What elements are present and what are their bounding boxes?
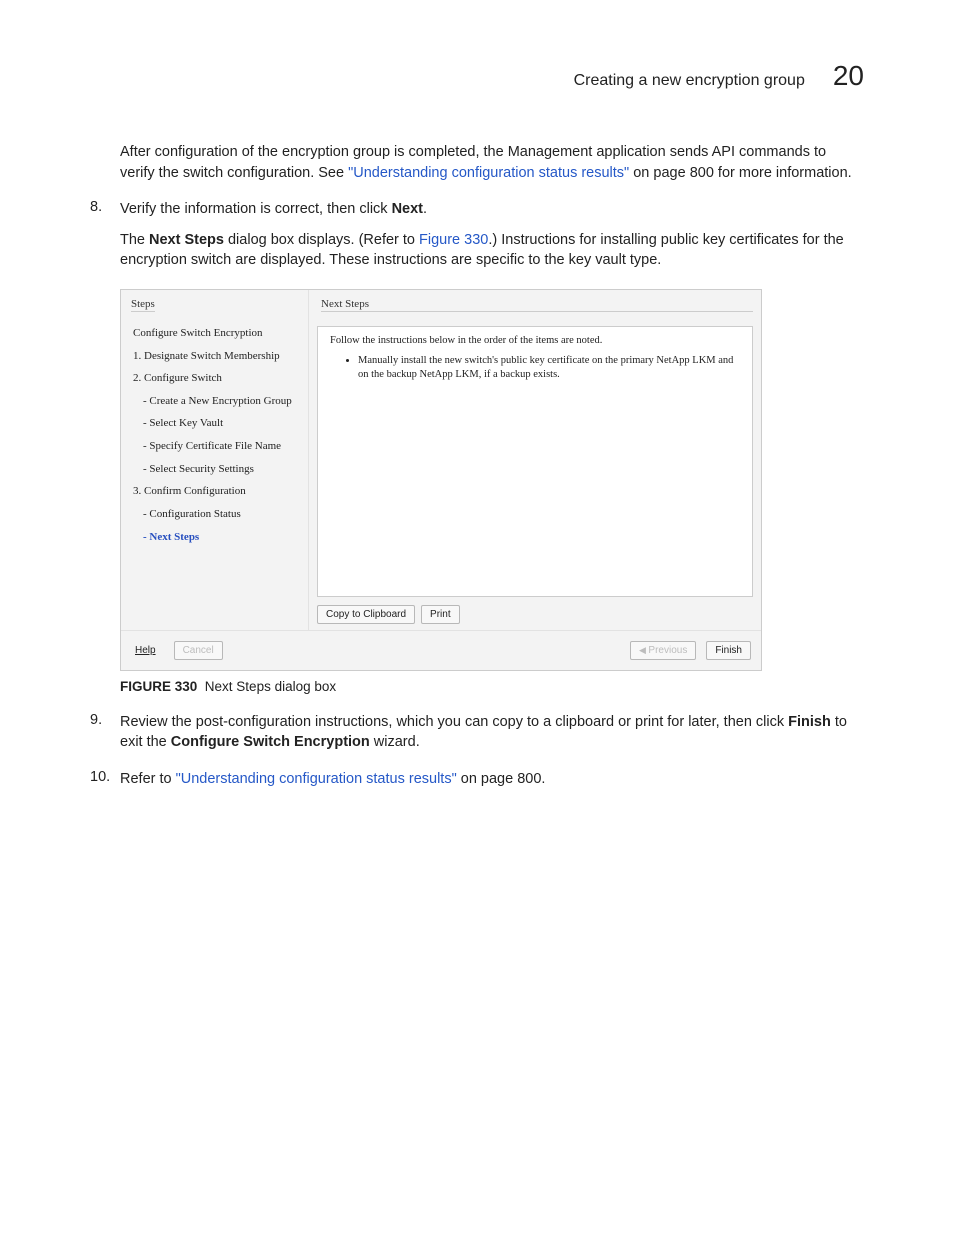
wizard-step-item: - Select Security Settings <box>127 458 302 481</box>
wizard-step-item: 2. Configure Switch <box>127 367 302 390</box>
wizard-step-item: Configure Switch Encryption <box>127 322 302 345</box>
link-figure-330[interactable]: Figure 330 <box>419 232 488 248</box>
step-number-9: 9. <box>90 712 120 753</box>
follow-text: Follow the instructions below in the ord… <box>330 335 740 346</box>
wizard-step-item: - Specify Certificate File Name <box>127 435 302 458</box>
intro-paragraph: After configuration of the encryption gr… <box>120 142 864 183</box>
figure-caption: FIGURE 330 Next Steps dialog box <box>120 679 864 694</box>
wizard-steps-pane: Steps Configure Switch Encryption1. Desi… <box>121 290 309 630</box>
figure-330: Steps Configure Switch Encryption1. Desi… <box>120 289 760 671</box>
page-header: Creating a new encryption group 20 <box>90 60 864 92</box>
wizard-step-item: - Select Key Vault <box>127 412 302 435</box>
step-8-text: Verify the information is correct, then … <box>120 199 864 220</box>
wizard-step-item: - Configuration Status <box>127 503 302 526</box>
next-steps-dialog: Steps Configure Switch Encryption1. Desi… <box>120 289 762 671</box>
step-number-10: 10. <box>90 769 120 790</box>
wizard-step-item: - Next Steps <box>127 526 302 549</box>
steps-pane-title: Steps <box>131 298 155 312</box>
chevron-left-icon: ◀ <box>639 645 648 655</box>
wizard-step-item: - Create a New Encryption Group <box>127 390 302 413</box>
wizard-step-item: 3. Confirm Configuration <box>127 480 302 503</box>
step-number-8: 8. <box>90 199 120 271</box>
step-10-text: Refer to "Understanding configuration st… <box>120 769 864 790</box>
wizard-step-item: 1. Designate Switch Membership <box>127 345 302 368</box>
step-8-detail: The Next Steps dialog box displays. (Ref… <box>120 230 864 271</box>
chapter-number: 20 <box>833 60 864 92</box>
finish-button[interactable]: Finish <box>706 641 751 660</box>
print-button[interactable]: Print <box>421 605 460 624</box>
instruction-item: Manually install the new switch's public… <box>358 354 740 382</box>
right-pane-title: Next Steps <box>321 298 753 312</box>
link-config-status-results-2[interactable]: "Understanding configuration status resu… <box>176 771 457 787</box>
instructions-box: Follow the instructions below in the ord… <box>317 326 753 597</box>
cancel-button: Cancel <box>174 641 223 660</box>
help-link[interactable]: Help <box>135 645 156 656</box>
step-9-text: Review the post-configuration instructio… <box>120 712 864 753</box>
link-config-status-results[interactable]: "Understanding configuration status resu… <box>348 165 629 181</box>
previous-button: ◀ Previous <box>630 641 696 660</box>
section-title: Creating a new encryption group <box>574 72 805 90</box>
copy-to-clipboard-button[interactable]: Copy to Clipboard <box>317 605 415 624</box>
